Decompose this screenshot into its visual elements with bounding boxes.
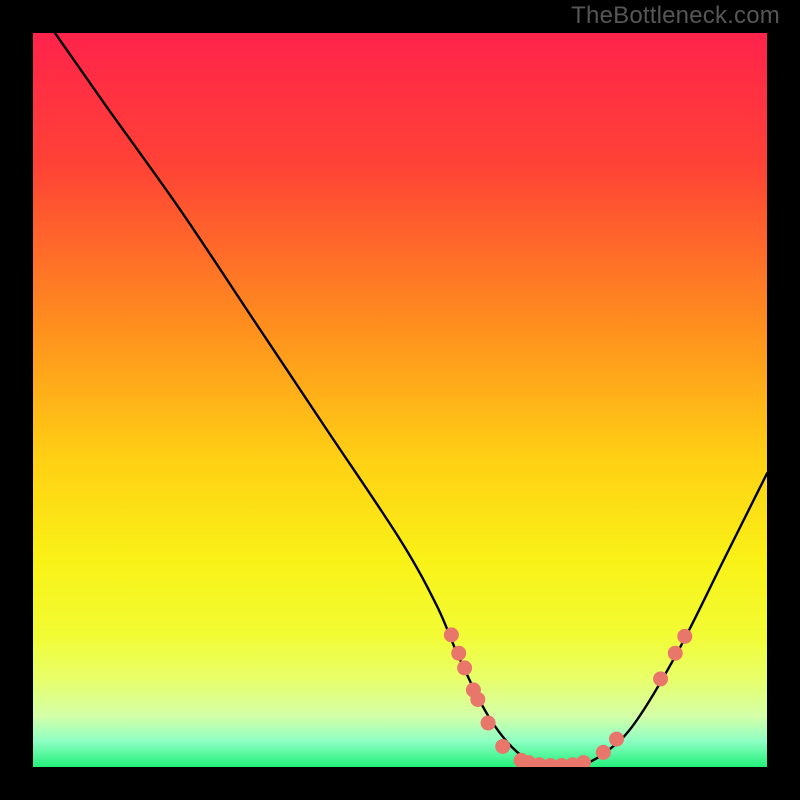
data-marker (576, 755, 591, 770)
data-marker (653, 671, 668, 686)
data-marker (444, 627, 459, 642)
bottleneck-chart (0, 0, 800, 800)
data-marker (609, 732, 624, 747)
data-marker (457, 660, 472, 675)
chart-frame: TheBottleneck.com (0, 0, 800, 800)
data-marker (470, 692, 485, 707)
data-marker (451, 646, 466, 661)
data-marker (677, 629, 692, 644)
data-marker (495, 739, 510, 754)
data-marker (481, 715, 496, 730)
gradient-background (33, 33, 767, 767)
watermark-text: TheBottleneck.com (571, 2, 780, 30)
data-marker (596, 745, 611, 760)
data-marker (668, 646, 683, 661)
